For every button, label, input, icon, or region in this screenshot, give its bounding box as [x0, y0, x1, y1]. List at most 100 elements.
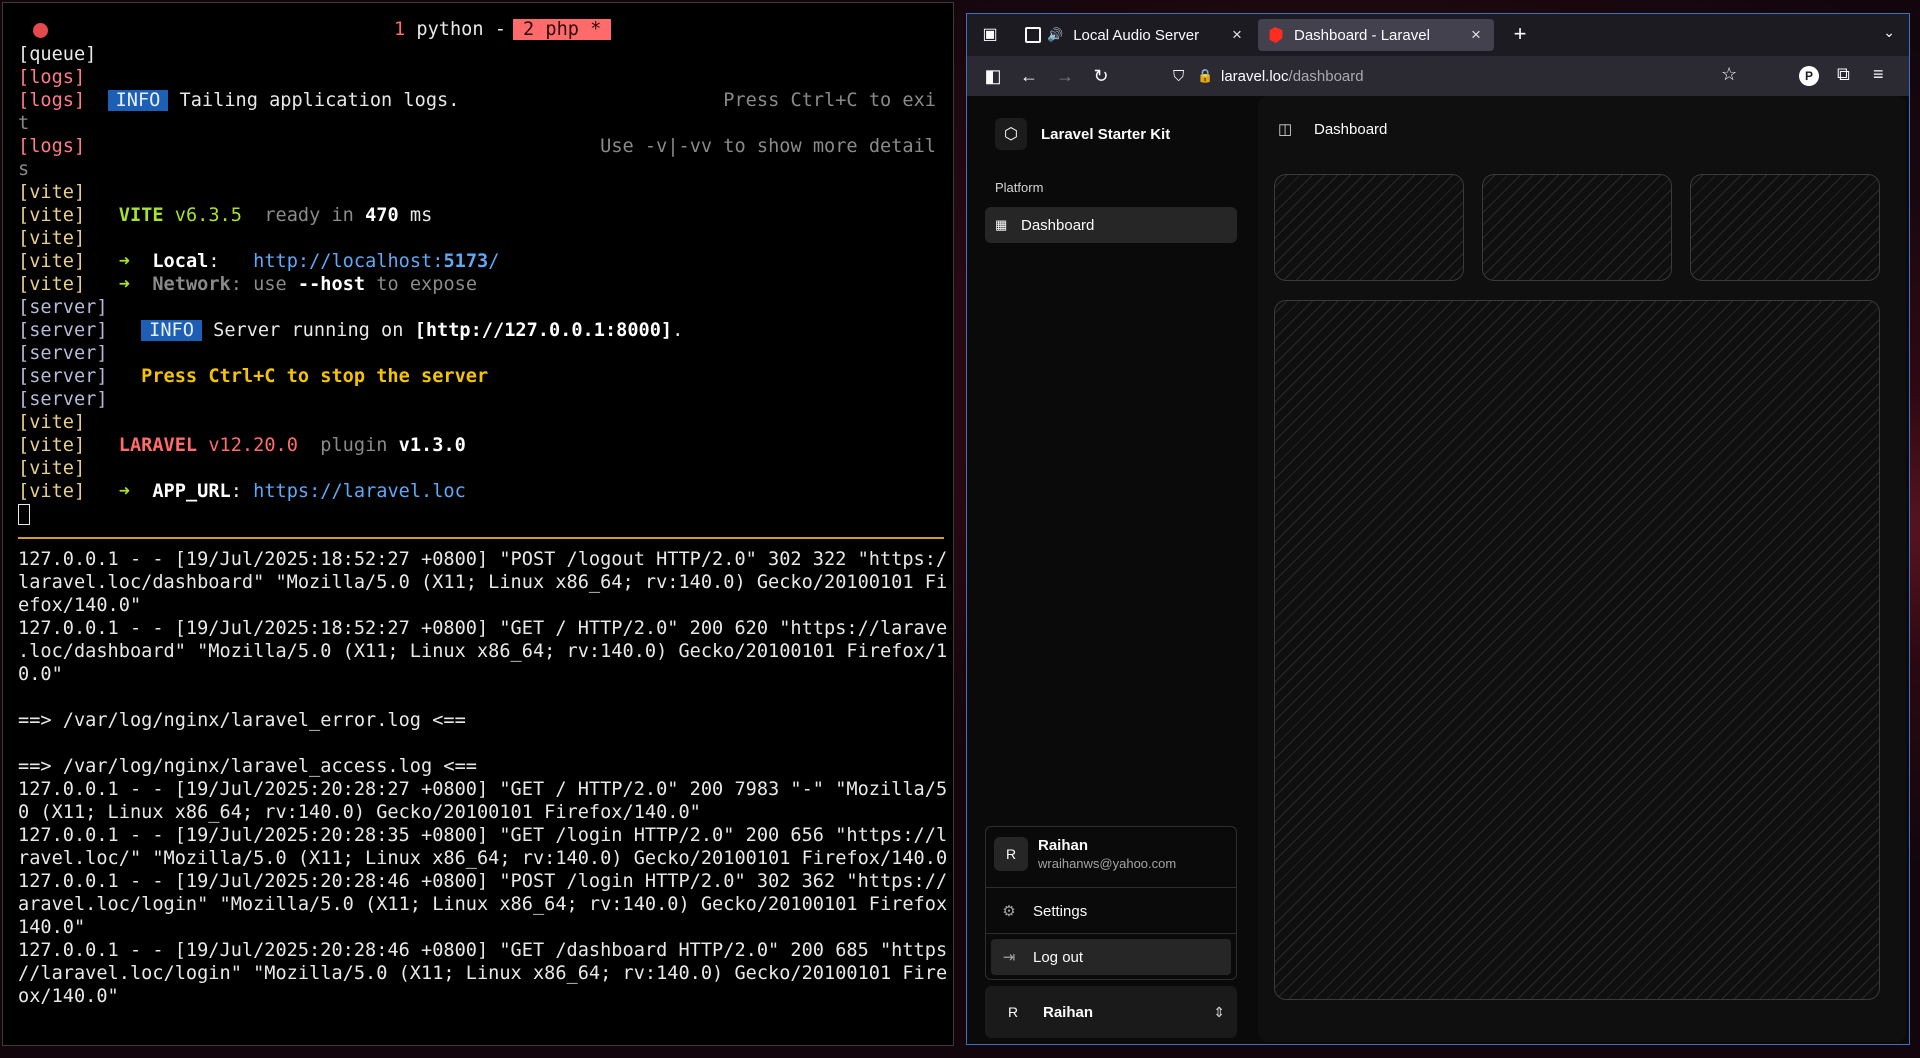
terminal-line: [vite] ➜ Local: http://localhost:5173/ — [18, 251, 500, 272]
url-host: laravel.loc — [1221, 67, 1289, 85]
line-wrap: t — [18, 113, 30, 134]
extension-p-icon[interactable]: P — [1799, 66, 1819, 86]
app-url-sep: : — [230, 481, 254, 502]
app-url-link[interactable]: https://laravel.loc — [253, 481, 466, 502]
settings-menu-item[interactable]: ⚙ Settings — [991, 893, 1231, 929]
placeholder-card — [1274, 174, 1464, 281]
vite-ready: ready in — [264, 205, 354, 226]
tab-title: Local Audio Server — [1073, 26, 1200, 44]
log-line: 127.0.0.1 - - [19/Jul/2025:20:28:46 +080… — [18, 871, 948, 892]
local-label: Local — [152, 251, 209, 272]
line-prefix: [server] — [18, 297, 108, 318]
local-url[interactable]: http://localhost:5173/ — [253, 251, 499, 272]
panel-left-icon[interactable]: ◫ — [1278, 120, 1298, 138]
vite-version: v6.3.5 — [174, 205, 242, 226]
bookmark-star-icon[interactable]: ☆ — [1721, 64, 1737, 85]
plugin-version: v1.3.0 — [398, 435, 466, 456]
log-line: 0.0" — [18, 664, 63, 685]
terminal-cursor — [18, 504, 30, 525]
log-line: 127.0.0.1 - - [19/Jul/2025:18:52:27 +080… — [18, 618, 948, 639]
speaker-icon[interactable]: 🔊 — [1047, 27, 1063, 43]
laravel-logo-icon: ⬡ — [995, 118, 1027, 150]
browser-tab-active[interactable]: Dashboard - Laravel × — [1258, 19, 1494, 51]
vite-ready-ms: 470 — [365, 205, 399, 226]
terminal-tab-python[interactable]: 1 python - — [394, 19, 517, 40]
sidebar-toggle-icon[interactable]: ◧ — [981, 64, 1005, 88]
tab-list-icon[interactable]: ▣ — [977, 22, 1003, 48]
laravel-version: v12.20.0 — [208, 435, 298, 456]
line-prefix: [vite] — [18, 435, 86, 456]
network-text: : use — [230, 274, 298, 295]
server-stop-hint: Press Ctrl+C to stop the server — [141, 366, 489, 387]
log-line: 140.0" — [18, 917, 86, 938]
extensions-puzzle-icon[interactable]: ⧉ — [1837, 64, 1850, 85]
sidebar-item-dashboard[interactable]: ▦ Dashboard — [985, 207, 1237, 243]
local-url-host: http://localhost: — [253, 251, 444, 272]
browser-window[interactable]: ▣ 🔊 Local Audio Server × Dashboard - Lar… — [966, 13, 1910, 1045]
line-prefix: [server] — [18, 389, 108, 410]
browser-tab-bar: ▣ 🔊 Local Audio Server × Dashboard - Lar… — [967, 14, 1909, 56]
forward-icon[interactable]: → — [1053, 64, 1077, 88]
terminal-line: [vite] — [18, 411, 948, 434]
log-line: ==> /var/log/nginx/laravel_access.log <=… — [18, 756, 477, 777]
vite-ready-unit: ms — [409, 205, 433, 226]
terminal-line: s — [18, 158, 948, 181]
terminal-line: [server] — [18, 296, 948, 319]
brand[interactable]: ⬡ Laravel Starter Kit — [995, 118, 1170, 150]
terminal-line: t — [18, 112, 948, 135]
log-line: ==> /var/log/nginx/laravel_error.log <== — [18, 710, 466, 731]
terminal-tab-php[interactable]: 2 php * — [513, 19, 612, 40]
network-label: Network — [152, 274, 231, 295]
server-text: Server running on — [201, 320, 415, 341]
line-prefix: [server] — [18, 343, 108, 364]
terminal-line: [vite] LARAVEL v12.20.0 plugin v1.3.0 — [18, 434, 948, 457]
chevron-down-icon[interactable]: ⌄ — [1883, 24, 1895, 41]
app-main-content: ◫ Dashboard — [1258, 96, 1906, 1042]
pane-divider[interactable] — [18, 537, 944, 539]
browser-tab[interactable]: 🔊 Local Audio Server × — [1015, 19, 1255, 51]
shield-icon[interactable]: ⛉ — [1173, 68, 1191, 85]
log-line: ravel.loc/" "Mozilla/5.0 (X11; Linux x86… — [18, 848, 948, 869]
placeholder-card — [1690, 174, 1880, 281]
user-menu-header: R Raihan wraihanws@yahoo.com — [994, 837, 1176, 871]
back-icon[interactable]: ← — [1017, 64, 1041, 88]
placeholder-panel — [1274, 300, 1880, 1000]
line-prefix: [queue] — [18, 44, 97, 65]
close-tab-icon[interactable]: × — [1227, 25, 1247, 45]
terminal-line: [server] Press Ctrl+C to stop the server — [18, 365, 948, 388]
user-switcher-button[interactable]: R Raihan ⇕ — [985, 986, 1237, 1038]
line-prefix: [vite] — [18, 182, 86, 203]
log-line: laravel.loc/dashboard" "Mozilla/5.0 (X11… — [18, 572, 948, 593]
log-line: 0 (X11; Linux x86_64; rv:140.0) Gecko/20… — [18, 802, 701, 823]
info-badge: INFO — [107, 90, 169, 111]
new-tab-icon[interactable]: + — [1507, 22, 1533, 46]
terminal-pane-top: [queue] [logs] [logs] INFO Tailing appli… — [18, 43, 948, 526]
user-name: Raihan — [1043, 1003, 1094, 1021]
app-url-label: APP_URL — [152, 481, 231, 502]
terminal-tab-bar: 1 python - 2 php * — [3, 19, 953, 43]
info-badge: INFO — [141, 320, 202, 341]
line-prefix: [vite] — [18, 458, 86, 479]
user-dropdown-menu: R Raihan wraihanws@yahoo.com ⚙ Settings … — [985, 826, 1237, 980]
user-name: Raihan — [1038, 837, 1089, 854]
logout-menu-item[interactable]: ⇥ Log out — [991, 939, 1231, 975]
tab-title: Dashboard - Laravel — [1294, 26, 1430, 44]
reload-icon[interactable]: ↻ — [1089, 64, 1113, 88]
local-url-port: 5173 — [443, 251, 489, 272]
url-bar[interactable]: ⛉ 🔒 laravel.loc/dashboard — [1167, 60, 1751, 92]
hamburger-menu-icon[interactable]: ≡ — [1873, 64, 1884, 85]
lock-icon[interactable]: 🔒 — [1197, 68, 1215, 84]
line-prefix: [vite] — [18, 205, 86, 226]
arrow-icon: ➜ — [118, 251, 130, 272]
avatar: R — [1007, 1004, 1019, 1020]
terminal-window[interactable]: 1 python - 2 php * [queue] [logs] [logs]… — [2, 2, 954, 1046]
close-tab-icon[interactable]: × — [1466, 25, 1486, 45]
network-flag: --host — [297, 274, 366, 295]
terminal-line — [18, 503, 948, 526]
terminal-line: [vite] VITE v6.3.5 ready in 470 ms — [18, 204, 948, 227]
chevrons-up-down-icon: ⇕ — [1213, 1003, 1225, 1020]
url-path: /dashboard — [1288, 67, 1364, 85]
terminal-line: [logs] — [18, 66, 948, 89]
